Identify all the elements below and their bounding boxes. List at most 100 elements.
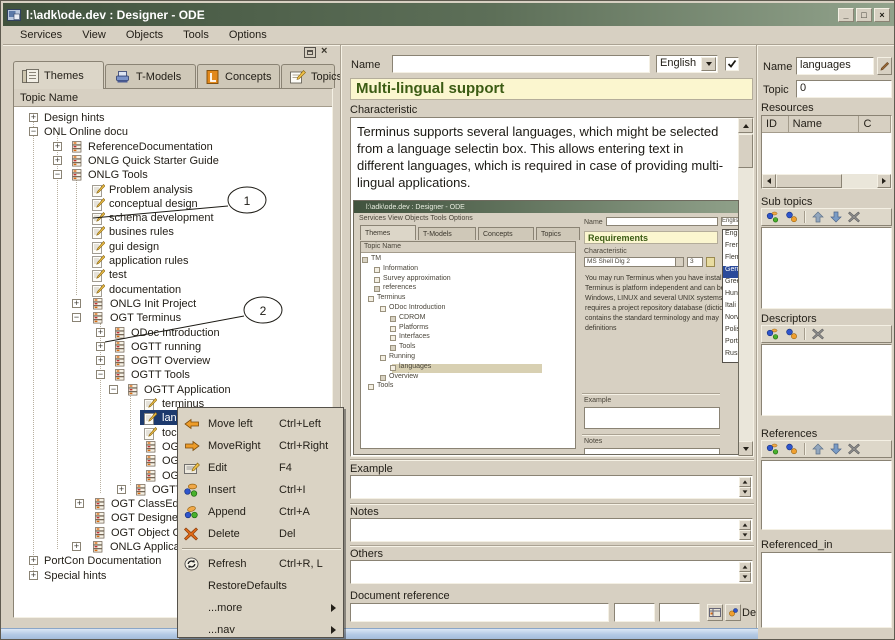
tree-item[interactable]: schema development	[109, 211, 214, 225]
expand-icon[interactable]: +	[72, 299, 81, 308]
maximize-button[interactable]: □	[856, 8, 872, 22]
descriptors-append-icon[interactable]	[785, 328, 798, 340]
expand-icon[interactable]: +	[72, 542, 81, 551]
sub-topics-insert-icon[interactable]	[766, 211, 779, 223]
context-menu-item-moveright[interactable]: MoveRightCtrl+Right	[178, 435, 343, 457]
sub-topics-move-up-icon[interactable]	[812, 211, 824, 223]
tree-item[interactable]: OGTT Tools	[131, 368, 190, 382]
notes-input[interactable]	[350, 518, 753, 542]
tree-item[interactable]: Design hints	[44, 111, 105, 125]
dock-close-icon[interactable]: ×	[321, 45, 327, 57]
expand-icon[interactable]: +	[75, 499, 84, 508]
tab-themes[interactable]: Themes	[13, 61, 104, 89]
name-input[interactable]	[392, 55, 650, 73]
scrollbar-thumb[interactable]	[776, 174, 842, 188]
others-spinner[interactable]	[739, 562, 751, 582]
tree-item[interactable]: lan	[162, 411, 177, 425]
tree-item[interactable]: ONL Online docu	[44, 125, 128, 139]
tree-item[interactable]: ODoc Introduction	[131, 326, 220, 340]
expand-icon[interactable]: +	[29, 113, 38, 122]
example-input[interactable]	[350, 475, 753, 499]
context-menu-item-nav[interactable]: ...nav	[178, 619, 343, 640]
tree-item[interactable]: application rules	[109, 254, 189, 268]
close-button[interactable]: ×	[874, 8, 890, 22]
collapse-icon[interactable]: −	[29, 127, 38, 136]
tree-item[interactable]: OGTT running	[131, 340, 201, 354]
context-menu-item-more[interactable]: ...more	[178, 597, 343, 619]
collapse-icon[interactable]: −	[96, 370, 105, 379]
menu-services[interactable]: Services	[11, 28, 71, 42]
referenced-in-list[interactable]	[761, 552, 892, 628]
topic-id-input[interactable]: 0	[796, 80, 892, 98]
expand-icon[interactable]: +	[29, 571, 38, 580]
references-insert-icon[interactable]	[766, 443, 779, 455]
expand-icon[interactable]: +	[29, 556, 38, 565]
descriptors-list[interactable]	[761, 344, 892, 416]
example-spinner[interactable]	[739, 477, 751, 497]
references-append-icon[interactable]	[785, 443, 798, 455]
context-menu-item-edit[interactable]: EditF4	[178, 457, 343, 479]
resources-hscrollbar[interactable]	[762, 174, 891, 188]
docref-chapter-input[interactable]	[659, 603, 700, 622]
scroll-up-icon[interactable]	[738, 118, 753, 133]
language-checkbox[interactable]	[725, 57, 739, 71]
resources-table[interactable]: IDNameC	[761, 115, 892, 189]
descriptors-delete-icon[interactable]	[812, 328, 824, 340]
tree-item[interactable]: ONLG Init Project	[110, 297, 196, 311]
expand-icon[interactable]: +	[96, 342, 105, 351]
references-move-down-icon[interactable]	[830, 443, 842, 455]
menu-view[interactable]: View	[73, 28, 115, 42]
dock-float-icon[interactable]	[304, 47, 316, 58]
references-list[interactable]	[761, 460, 892, 530]
resources-column-header[interactable]: ID	[762, 116, 789, 133]
scroll-down-icon[interactable]	[738, 441, 753, 456]
context-menu-item-append[interactable]: AppendCtrl+A	[178, 501, 343, 523]
tab-tmodels[interactable]: T-Models	[105, 64, 196, 88]
minimize-button[interactable]: _	[838, 8, 854, 22]
tree-item[interactable]: OGT Designer	[111, 511, 182, 525]
others-input[interactable]	[350, 560, 753, 584]
tree-column-header[interactable]: Topic Name	[14, 89, 332, 107]
references-move-up-icon[interactable]	[812, 443, 824, 455]
language-select[interactable]: English	[656, 55, 718, 73]
context-menu-item-moveleft[interactable]: Move leftCtrl+Left	[178, 413, 343, 435]
tree-item[interactable]: OGT Terminus	[110, 311, 181, 325]
tree-item[interactable]: Problem analysis	[109, 183, 193, 197]
collapse-icon[interactable]: −	[72, 313, 81, 322]
scroll-left-icon[interactable]	[762, 174, 776, 188]
context-menu-item-insert[interactable]: InsertCtrl+I	[178, 479, 343, 501]
sub-topics-list[interactable]	[761, 227, 892, 309]
tree-item[interactable]: conceptual design	[109, 197, 198, 211]
chevron-down-icon[interactable]	[701, 57, 716, 71]
tree-item[interactable]: toc	[162, 426, 177, 440]
tree-item[interactable]: ONLG Quick Starter Guide	[88, 154, 219, 168]
context-menu-item-restoredefaults[interactable]: RestoreDefaults	[178, 575, 343, 597]
notes-spinner[interactable]	[739, 520, 751, 540]
resources-column-header[interactable]: C	[859, 116, 891, 133]
topic-name-input[interactable]: languages	[796, 57, 874, 75]
collapse-icon[interactable]: −	[109, 385, 118, 394]
resources-column-header[interactable]: Name	[789, 116, 860, 133]
sub-topics-append-icon[interactable]	[785, 211, 798, 223]
tree-item[interactable]: busines rules	[109, 225, 174, 239]
tree-item[interactable]: ReferenceDocumentation	[88, 140, 213, 154]
expand-icon[interactable]: +	[96, 328, 105, 337]
docref-page-input[interactable]	[614, 603, 655, 622]
references-delete-icon[interactable]	[848, 443, 860, 455]
expand-icon[interactable]: +	[117, 485, 126, 494]
menu-options[interactable]: Options	[220, 28, 276, 42]
title-bar[interactable]: l:\adk\ode.dev : Designer - ODE _ □ ×	[3, 3, 894, 26]
topic-name-edit-button[interactable]	[877, 57, 892, 75]
tree-item[interactable]: OGTT Application	[144, 383, 231, 397]
tab-topics[interactable]: Topics	[281, 64, 335, 88]
sub-topics-delete-icon[interactable]	[848, 211, 860, 223]
tree-item[interactable]: test	[109, 268, 127, 282]
tree-item[interactable]: ONLG Tools	[88, 168, 148, 182]
expand-icon[interactable]: +	[96, 356, 105, 365]
sub-topics-move-down-icon[interactable]	[830, 211, 842, 223]
docref-add-button[interactable]	[725, 604, 741, 621]
docref-input[interactable]	[350, 603, 609, 622]
context-menu-item-delete[interactable]: DeleteDel	[178, 523, 343, 545]
docref-open-button[interactable]	[707, 604, 723, 621]
menu-tools[interactable]: Tools	[174, 28, 218, 42]
